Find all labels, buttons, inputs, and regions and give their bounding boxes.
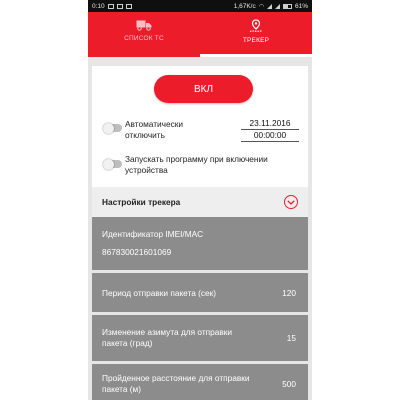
settings-header[interactable]: Настройки трекера — [92, 187, 308, 217]
tab-tracker[interactable]: ТРЕКЕР — [200, 12, 312, 57]
tab-bar: СПИСОК ТС ТРЕКЕР — [88, 12, 312, 57]
battery-level: 61% — [294, 2, 308, 10]
tracker-panel: ВКЛ Автоматически отключить 23.11.2016 0… — [92, 66, 308, 400]
setting-label: Изменение азимута для отправки пакета (г… — [102, 327, 233, 348]
settings-row-imei[interactable]: Идентификатор IMEI/MAC 867830021601069 — [92, 217, 308, 273]
signal-icon — [266, 3, 272, 9]
network-speed: 1,67K/c — [233, 2, 256, 10]
setting-label: Идентификатор IMEI/MAC — [102, 229, 204, 239]
tab-label-tracker: ТРЕКЕР — [242, 37, 270, 44]
auto-off-row: Автоматически отключить 23.11.2016 00:00… — [92, 116, 308, 144]
toggle-knob — [103, 122, 114, 134]
status-time: 0:10 — [92, 2, 105, 10]
settings-row-distance[interactable]: Пройденное расстояние для отправки пакет… — [92, 364, 308, 400]
signal-icon-2 — [274, 3, 280, 9]
auto-off-datetime[interactable]: 23.11.2016 00:00:00 — [241, 118, 299, 142]
settings-list: Идентификатор IMEI/MAC 867830021601069 П… — [92, 217, 308, 400]
setting-label: Пройденное расстояние для отправки пакет… — [102, 373, 250, 394]
setting-value: 867830021601069 — [102, 247, 172, 257]
route-pin-icon — [249, 19, 263, 33]
setting-value: 15 — [286, 333, 296, 343]
auto-off-label: Автоматически отключить — [125, 119, 184, 140]
toggle-knob — [103, 158, 114, 170]
startup-row: Запускать программу при включении устрой… — [92, 154, 308, 182]
setting-label: Период отправки пакета (сек) — [102, 288, 217, 298]
truck-icon — [136, 20, 152, 31]
notification-icon-3 — [125, 3, 132, 9]
status-bar: 0:10 1,67K/c ◠ 61% — [88, 0, 312, 12]
status-left: 0:10 — [92, 3, 132, 10]
phone-screen: 0:10 1,67K/c ◠ 61% СПИСОК ТС ТРЕКЕР ВКЛ … — [88, 0, 312, 400]
status-right: 1,67K/c ◠ 61% — [234, 3, 308, 10]
settings-row-azimuth[interactable]: Изменение азимута для отправки пакета (г… — [92, 315, 308, 364]
notification-icon — [107, 3, 114, 9]
on-button[interactable]: ВКЛ — [154, 75, 253, 103]
notification-icon-2 — [116, 3, 123, 9]
settings-title: Настройки трекера — [102, 197, 181, 207]
auto-off-time[interactable]: 00:00:00 — [241, 130, 299, 141]
battery-icon — [282, 3, 292, 9]
setting-value: 120 — [282, 288, 296, 298]
auto-off-toggle[interactable] — [103, 122, 122, 134]
startup-toggle[interactable] — [103, 158, 122, 170]
tab-label-vehicle-list: СПИСОК ТС — [124, 35, 164, 42]
wifi-icon: ◠ — [258, 3, 264, 10]
startup-label: Запускать программу при включении устрой… — [125, 154, 268, 175]
settings-row-period[interactable]: Период отправки пакета (сек) 120 — [92, 273, 308, 315]
chevron-down-icon[interactable] — [284, 195, 298, 209]
setting-value: 500 — [282, 379, 296, 389]
chevron-glyph — [287, 199, 295, 205]
tab-vehicle-list[interactable]: СПИСОК ТС — [88, 12, 200, 57]
auto-off-date[interactable]: 23.11.2016 — [241, 118, 299, 130]
